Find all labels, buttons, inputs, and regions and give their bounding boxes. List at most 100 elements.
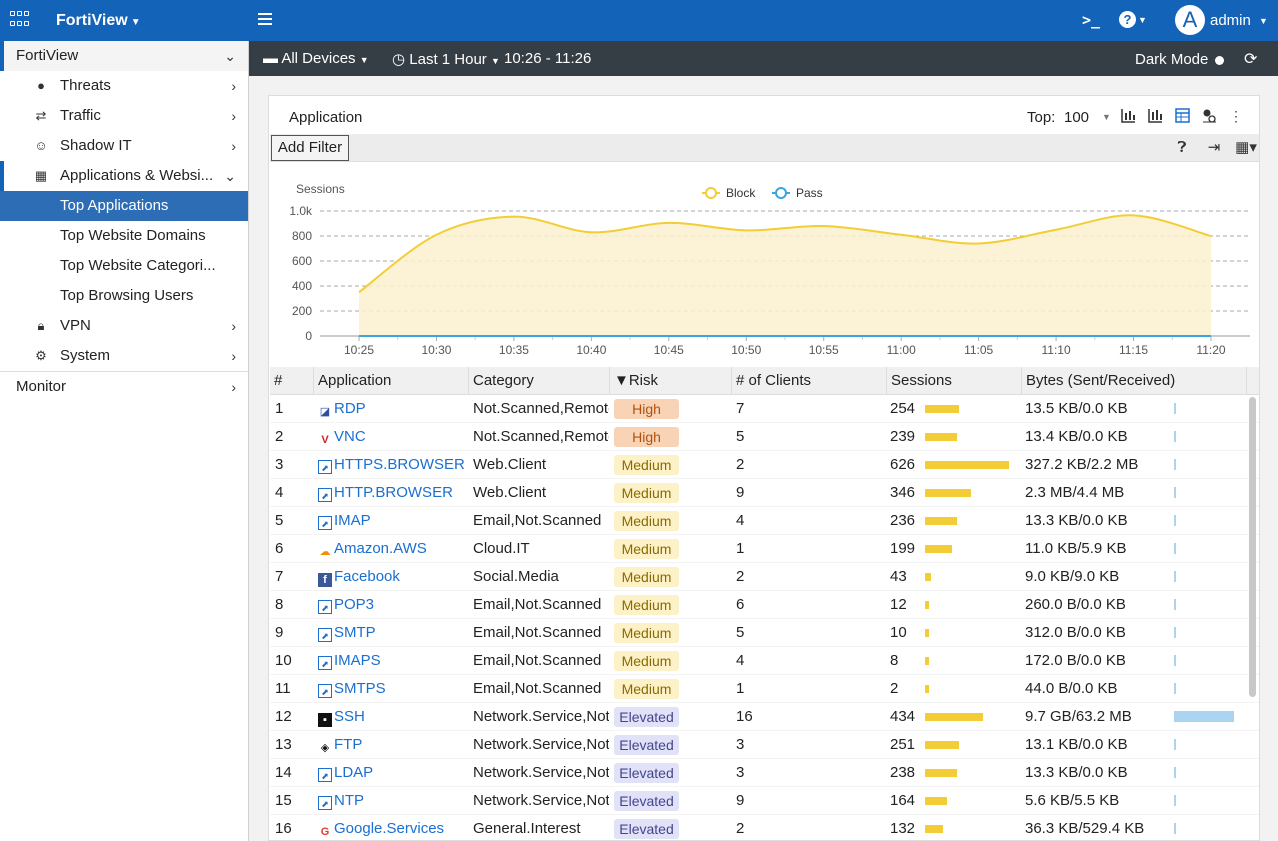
add-filter-button[interactable]: Add Filter [271,135,349,161]
table-row[interactable]: 9 ⬈ SMTP Email,Not.Scanned Medium 5 10 312.0 B/… [270,619,1259,647]
sidebar-item-fortiview[interactable]: FortiView ⌄ [0,41,248,71]
table-row[interactable]: 1 ◪ RDP Not.Scanned,Remote High 7 254 13.5 KB/0… [270,395,1259,423]
cli-console-icon[interactable]: >_ [1082,11,1100,29]
table-row[interactable]: 11 ⬈ SMTPS Email,Not.Scanned Medium 1 2 44.0 B/… [270,675,1259,703]
app-link-icon: ⬈ [318,488,332,502]
application-link[interactable]: ◪ RDP [318,395,468,423]
table-row[interactable]: 6 ☁ Amazon.AWS Cloud.IT Medium 1 199 11.0 KB/5.… [270,535,1259,563]
sessions-bar [925,433,957,441]
row-number: 2 [275,428,284,445]
row-number: 12 [275,708,292,725]
application-name: RDP [334,400,366,417]
sidebar-item-monitor[interactable]: Monitor › [0,371,248,401]
row-number: 7 [275,568,284,585]
application-link[interactable]: ⬈ LDAP [318,759,468,787]
application-link[interactable]: ⬈ HTTPS.BROWSER [318,451,468,479]
sessions-bar [925,825,943,833]
application-link[interactable]: ⬈ IMAPS [318,647,468,675]
sidebar-subitem-top-website-domains[interactable]: Top Website Domains [0,221,248,251]
application-link[interactable]: f Facebook [318,563,468,591]
bytes-bar [1174,403,1176,414]
bubble-chart-icon[interactable] [1201,108,1217,124]
sidebar-item-label: Applications & Websi... [60,167,214,184]
application-link[interactable]: ⬈ IMAP [318,507,468,535]
user-caret-icon[interactable]: ▼ [1259,16,1268,26]
brand-menu[interactable]: FortiView ▼ [56,12,141,30]
table-row[interactable]: 4 ⬈ HTTP.BROWSER Web.Client Medium 9 346 2.3 MB… [270,479,1259,507]
table-row[interactable]: 12 ▪ SSH Network.Service,Not Elevated 16 434 9.… [270,703,1259,731]
sidebar-subitem-top-website-categories[interactable]: Top Website Categori... [0,251,248,281]
column-header-clients[interactable]: # of Clients [732,367,887,395]
app-link-icon: ⬈ [318,600,332,614]
application-link[interactable]: G Google.Services [318,815,468,841]
help-icon[interactable]: ❓︎ [1171,138,1193,158]
table-row[interactable]: 5 ⬈ IMAP Email,Not.Scanned Medium 4 236 13.3 KB… [270,507,1259,535]
sessions-bar [925,629,929,637]
refresh-icon[interactable]: ⟳ [1244,49,1257,69]
top-n-caret-icon[interactable]: ▼ [1102,112,1111,122]
application-link[interactable]: ⬈ NTP [318,787,468,815]
caret-down-icon: ▼ [490,56,500,66]
table-row[interactable]: 7 f Facebook Social.Media Medium 2 43 9.0 KB/9.… [270,563,1259,591]
sidebar-item-shadow-it[interactable]: ☺ Shadow IT › [0,131,248,161]
application-link[interactable]: ◈ FTP [318,731,468,759]
table-row[interactable]: 15 ⬈ NTP Network.Service,Not Elevated 9 164 5.6… [270,787,1259,815]
clients-cell: 4 [736,652,745,669]
y-tick-label: 0 [305,329,312,343]
table-row[interactable]: 13 ◈ FTP Network.Service,Not Elevated 3 251 13.… [270,731,1259,759]
sidebar-item-applications[interactable]: ▦ Applications & Websi... ⌄ [0,161,248,191]
column-settings-icon[interactable]: ▦▾ [1233,138,1259,158]
application-link[interactable]: ⬈ SMTP [318,619,468,647]
help-icon[interactable]: ? [1119,11,1136,28]
sidebar-item-vpn[interactable]: 🔒︎ VPN › [0,311,248,341]
dark-mode-toggle[interactable] [1215,56,1224,65]
column-header-application[interactable]: Application [314,367,469,395]
sidebar-item-system[interactable]: ⚙ System › [0,341,248,371]
column-header-sessions[interactable]: Sessions [887,367,1022,395]
application-link[interactable]: ⬈ SMTPS [318,675,468,703]
sidebar-subitem-top-applications[interactable]: Top Applications [0,191,248,221]
apps-grid-icon[interactable] [10,11,30,29]
user-menu[interactable]: admin [1210,12,1251,29]
bar-chart-icon[interactable] [1147,108,1163,124]
app-link-icon: ⬈ [318,768,332,782]
row-number: 9 [275,624,284,641]
table-row[interactable]: 16 G Google.Services General.Interest Elevat… [270,815,1259,841]
sidebar-item-threats[interactable]: ● Threats › [0,71,248,101]
table-row[interactable]: 3 ⬈ HTTPS.BROWSER Web.Client Medium 2 626 327.2… [270,451,1259,479]
sidebar: FortiView ⌄ ● Threats › ⇄ Traffic › ☺ Sh… [0,41,249,841]
aws-icon: ☁ [319,546,331,558]
help-caret-icon[interactable]: ▼ [1138,15,1147,25]
top-n-select[interactable]: 100 [1064,109,1089,126]
column-header-category[interactable]: Category [469,367,610,395]
export-icon[interactable]: ⇥ [1203,138,1225,158]
table-row[interactable]: 14 ⬈ LDAP Network.Service,Not Elevated 3 238 13… [270,759,1259,787]
sessions-cell: 8 [890,652,899,669]
filter-bar: Add Filter ❓︎ ⇥ ▦▾ [270,134,1259,162]
device-selector[interactable]: ▬ All Devices ▼ [263,50,369,67]
avatar[interactable]: A [1175,5,1205,35]
sidebar-item-traffic[interactable]: ⇄ Traffic › [0,101,248,131]
table-row[interactable]: 2 V VNC Not.Scanned,Remote High 5 239 13.4 KB/0… [270,423,1259,451]
application-link[interactable]: ▪ SSH [318,703,468,731]
application-link[interactable]: ⬈ POP3 [318,591,468,619]
time-range-selector[interactable]: ◷ Last 1 Hour ▼ [392,50,500,68]
risk-cell: High [614,423,679,451]
sessions-bar [925,461,1009,469]
hamburger-menu-icon[interactable] [258,13,272,25]
clients-cell: 3 [736,764,745,781]
table-scrollbar[interactable] [1249,397,1256,697]
application-link[interactable]: ⬈ HTTP.BROWSER [318,479,468,507]
more-options-icon[interactable]: ⋮ [1228,108,1244,124]
table-view-icon[interactable] [1174,108,1190,124]
application-link[interactable]: V VNC [318,423,468,451]
application-link[interactable]: ☁ Amazon.AWS [318,535,468,563]
sidebar-subitem-top-browsing-users[interactable]: Top Browsing Users [0,281,248,311]
column-header-number[interactable]: # [270,367,314,395]
column-header-risk[interactable]: ▼Risk [610,367,732,395]
column-header-bytes[interactable]: Bytes (Sent/Received) [1022,367,1247,395]
bar-chart-horizontal-icon[interactable] [1120,108,1136,124]
risk-badge: Elevated [614,791,679,811]
table-row[interactable]: 10 ⬈ IMAPS Email,Not.Scanned Medium 4 8 172.0 B… [270,647,1259,675]
table-row[interactable]: 8 ⬈ POP3 Email,Not.Scanned Medium 6 12 260.0 B/… [270,591,1259,619]
